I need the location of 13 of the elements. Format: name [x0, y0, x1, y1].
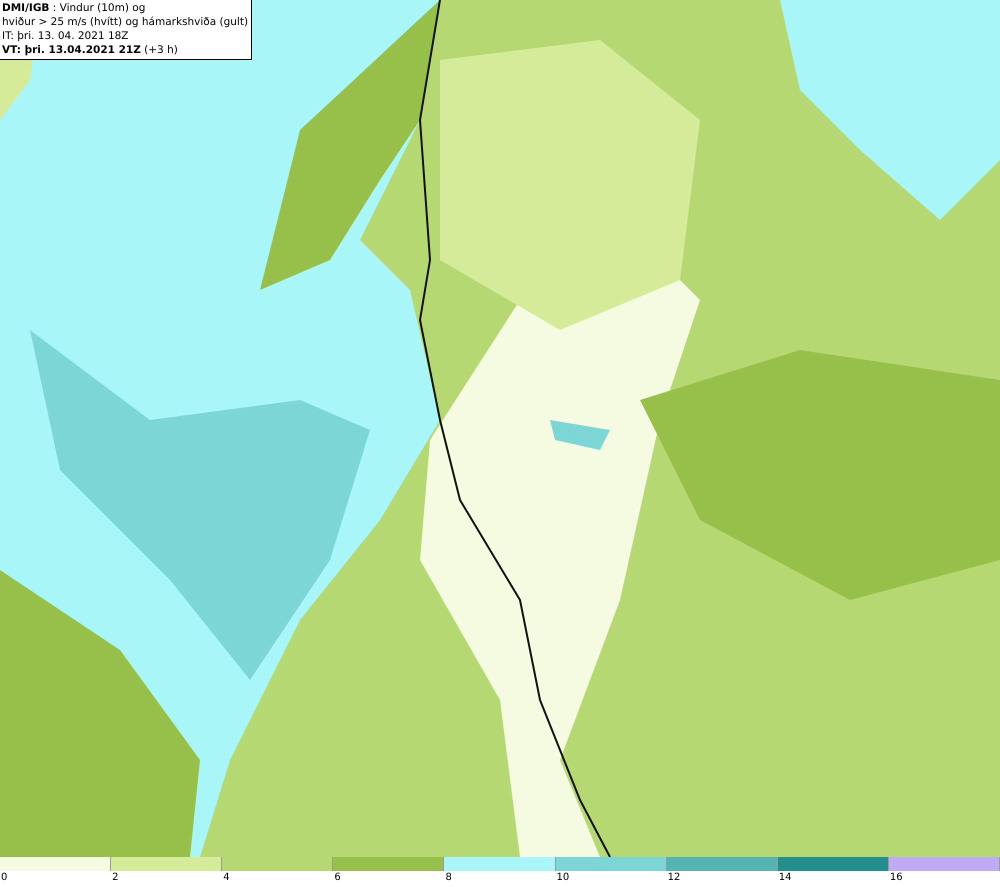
info-line: VT: þri. 13.04.2021 21Z (+3 h) — [2, 43, 179, 57]
legend-label: 4 — [222, 871, 230, 885]
legend-label: 14 — [778, 871, 792, 885]
info-line: DMI/IGB : Vindur (10m) og — [2, 1, 146, 15]
legend-label: 0 — [0, 871, 8, 885]
legend-label: 6 — [333, 871, 341, 885]
info-line: hviður > 25 m/s (hvítt) og hámarkshviða (gult) — [2, 15, 248, 29]
legend-label: 10 — [556, 871, 570, 885]
legend-label: 16 — [888, 871, 903, 885]
legend-label: 2 — [111, 871, 118, 885]
info-line: IT: þri. 13. 04. 2021 18Z — [2, 29, 130, 43]
legend-label: 12 — [666, 871, 680, 885]
legend-label: 8 — [444, 871, 452, 885]
